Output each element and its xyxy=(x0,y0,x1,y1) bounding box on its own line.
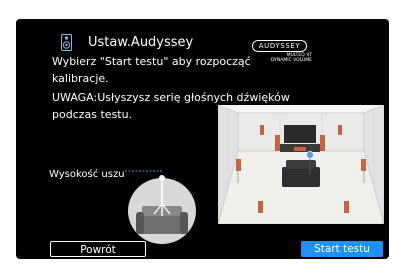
instruction-line-1: Wybierz "Start testu" aby rozpocząć xyxy=(52,55,251,68)
room-illustration xyxy=(217,104,385,225)
surround-right-speaker xyxy=(361,159,366,171)
audyssey-logo: AUDYSSEY MULTEQ XT DYNAMIC VOLUME xyxy=(247,33,312,63)
instruction-line-3: UWAGA:Usłyszysz serię głośnych dźwięków xyxy=(52,91,290,104)
page-title: Ustaw.Audyssey xyxy=(88,35,194,50)
front-left-speaker xyxy=(275,135,280,151)
microphone-icon xyxy=(306,151,314,159)
surround-back-left-speaker xyxy=(258,201,263,213)
setup-screen: Ustaw.Audyssey AUDYSSEY MULTEQ XT DYNAMI… xyxy=(16,19,389,259)
height-speaker-left xyxy=(260,125,264,135)
surround-left-speaker xyxy=(236,159,241,171)
instruction-line-4: podczas testu. xyxy=(52,108,133,121)
height-speaker-right xyxy=(338,125,342,135)
sofa xyxy=(282,167,320,187)
back-button[interactable]: Powrót xyxy=(50,241,146,257)
instruction-line-2: kalibracje. xyxy=(52,72,109,85)
room-drawing xyxy=(217,104,385,225)
logo-subtext: MULTEQ XT DYNAMIC VOLUME xyxy=(247,53,312,63)
logo-badge: AUDYSSEY xyxy=(251,40,308,52)
ear-height-label: Wysokość uszu xyxy=(49,169,125,180)
start-test-button[interactable]: Start testu xyxy=(301,241,383,257)
speaker-icon xyxy=(61,34,72,51)
logo-subtext-2: DYNAMIC VOLUME xyxy=(270,58,312,63)
surround-back-right-speaker xyxy=(344,201,349,213)
tv-screen xyxy=(284,125,316,143)
front-right-speaker xyxy=(320,135,325,151)
center-speaker xyxy=(294,147,306,151)
